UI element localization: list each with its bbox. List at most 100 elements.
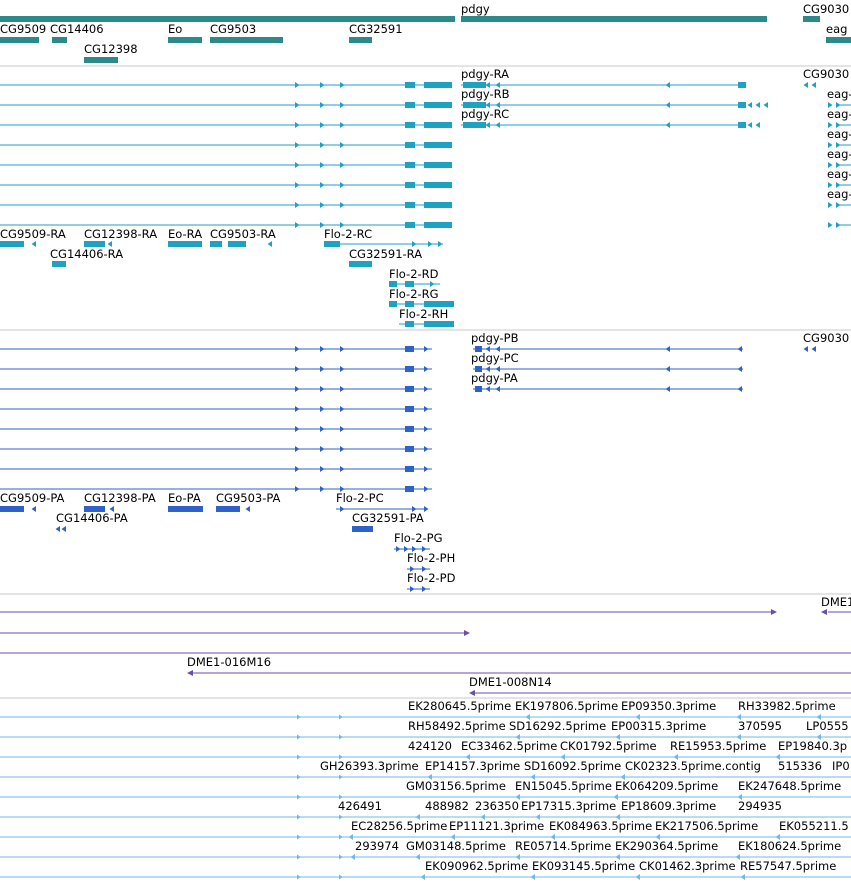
feature-label[interactable]: EP14157.3prime bbox=[425, 759, 520, 773]
feature-label[interactable]: Flo-2-RD bbox=[389, 267, 439, 281]
feature-label[interactable]: pdgy-RB bbox=[461, 87, 510, 101]
feature-label[interactable]: pdgy-PA bbox=[471, 371, 518, 385]
feature-label[interactable]: CG9030 bbox=[803, 67, 849, 81]
feature-label[interactable]: CG12398-RA bbox=[84, 227, 157, 241]
feature-label[interactable]: eag bbox=[826, 22, 847, 36]
feature-label[interactable]: pdgy bbox=[461, 2, 490, 16]
direction-arrow bbox=[340, 466, 345, 472]
feature-label[interactable]: 515336 bbox=[778, 759, 822, 773]
feature-label[interactable]: RH33982.5prime bbox=[738, 699, 836, 713]
feature-end-arrow bbox=[464, 630, 470, 636]
protein-segment bbox=[405, 426, 414, 432]
feature-label[interactable]: EK090962.5prime bbox=[425, 859, 528, 873]
feature-label[interactable]: pdgy-PB bbox=[471, 331, 519, 345]
feature-label[interactable]: 488982 bbox=[425, 799, 469, 813]
feature-label[interactable]: CG9509-PA bbox=[0, 491, 65, 505]
feature-label[interactable]: EP09350.3prime bbox=[621, 699, 716, 713]
feature-label[interactable]: CK01462.3prime bbox=[639, 859, 736, 873]
feature-label[interactable]: CK01792.5prime bbox=[560, 739, 657, 753]
feature-label[interactable]: EP17315.3prime bbox=[521, 799, 616, 813]
protein-segment bbox=[405, 366, 414, 372]
feature-label[interactable]: EP19840.3p bbox=[778, 739, 847, 753]
feature-label[interactable]: eag- bbox=[827, 187, 851, 201]
feature-label[interactable]: EK093145.5prime bbox=[532, 859, 635, 873]
feature-label[interactable]: eag- bbox=[827, 167, 851, 181]
feature-label[interactable]: EK180624.5prime bbox=[738, 839, 841, 853]
feature-label[interactable]: EK197806.5prime bbox=[515, 699, 618, 713]
feature-label[interactable]: eag- bbox=[827, 147, 851, 161]
feature-label[interactable]: Flo-2-PD bbox=[407, 571, 456, 585]
direction-arrow bbox=[803, 346, 808, 352]
feature-label[interactable]: EC28256.5prime bbox=[351, 819, 447, 833]
feature-label[interactable]: RE05714.5prime bbox=[515, 839, 611, 853]
feature-label[interactable]: EN15045.5prime bbox=[515, 779, 612, 793]
transcript-exon bbox=[405, 122, 415, 128]
feature-label[interactable]: CG9509-RA bbox=[0, 227, 66, 241]
feature-label[interactable]: 370595 bbox=[738, 719, 782, 733]
feature-label[interactable]: DME1-008N14 bbox=[469, 675, 552, 689]
feature-label[interactable]: CG9030 bbox=[803, 2, 849, 16]
feature-label[interactable]: EK064209.5prime bbox=[615, 779, 718, 793]
feature-label[interactable]: RH58492.5prime bbox=[408, 719, 506, 733]
feature-label[interactable]: EP00315.3prime bbox=[611, 719, 706, 733]
feature-label[interactable]: EP11121.3prime bbox=[449, 819, 544, 833]
feature-label[interactable]: Flo-2-PC bbox=[336, 491, 384, 505]
transcript-exon bbox=[738, 102, 746, 108]
feature-label[interactable]: SD16292.5prime bbox=[509, 719, 606, 733]
feature-label[interactable]: RE15953.5prime bbox=[670, 739, 766, 753]
feature-label[interactable]: CG9509 bbox=[0, 22, 46, 36]
feature-label[interactable]: CG32591-RA bbox=[349, 247, 422, 261]
feature-label[interactable]: 294935 bbox=[738, 799, 782, 813]
feature-label[interactable]: Flo-2-PH bbox=[407, 551, 455, 565]
feature-label[interactable]: Flo-2-PG bbox=[394, 531, 443, 545]
feature-label[interactable]: 426491 bbox=[338, 799, 382, 813]
feature-label[interactable]: EK084963.5prime bbox=[549, 819, 652, 833]
feature-label[interactable]: EK290364.5prime bbox=[615, 839, 718, 853]
feature-label[interactable]: CG9503-PA bbox=[216, 491, 281, 505]
feature-label[interactable]: CG9503-RA bbox=[210, 227, 276, 241]
feature-label[interactable]: EC33462.5prime bbox=[461, 739, 557, 753]
feature-label[interactable]: pdgy-PC bbox=[471, 351, 519, 365]
feature-label[interactable]: CG32591 bbox=[349, 22, 403, 36]
feature-label[interactable]: CG12398-PA bbox=[84, 491, 156, 505]
feature-label[interactable]: EK247648.5prime bbox=[738, 779, 841, 793]
feature-label[interactable]: CG14406 bbox=[50, 22, 104, 36]
feature-label[interactable]: CG9030 bbox=[803, 331, 849, 345]
feature-label[interactable]: LP0555 bbox=[806, 719, 849, 733]
feature-label[interactable]: 236350 bbox=[475, 799, 519, 813]
gene-feature-eag bbox=[826, 37, 851, 43]
feature-label[interactable]: DME1-016M16 bbox=[187, 655, 271, 669]
feature-label[interactable]: EK280645.5prime bbox=[408, 699, 511, 713]
feature-label[interactable]: CK02323.5prime.contig bbox=[625, 759, 761, 773]
feature-label[interactable]: pdgy-RC bbox=[461, 107, 509, 121]
feature-label[interactable]: EK055211.5 bbox=[779, 819, 849, 833]
feature-label[interactable]: GM03148.5prime bbox=[406, 839, 506, 853]
feature-label[interactable]: Eo-RA bbox=[168, 227, 202, 241]
feature-label[interactable]: Eo-PA bbox=[168, 491, 201, 505]
feature-label[interactable]: eag- bbox=[827, 107, 851, 121]
feature-label[interactable]: Flo-2-RC bbox=[324, 227, 372, 241]
feature-label[interactable]: CG9503 bbox=[210, 22, 256, 36]
feature-label[interactable]: Flo-2-RG bbox=[389, 287, 439, 301]
feature-label[interactable]: SD16092.5prime bbox=[524, 759, 621, 773]
feature-label[interactable]: 293974 bbox=[355, 839, 399, 853]
direction-arrow bbox=[320, 102, 325, 108]
feature-label[interactable]: DME1 bbox=[821, 595, 851, 609]
feature-label[interactable]: EP18609.3prime bbox=[621, 799, 716, 813]
feature-label[interactable]: eag- bbox=[827, 87, 851, 101]
feature-label[interactable]: CG12398 bbox=[84, 42, 138, 56]
feature-label[interactable]: CG14406-RA bbox=[50, 247, 123, 261]
feature-label[interactable]: eag- bbox=[827, 127, 851, 141]
feature-label[interactable]: IP0 bbox=[832, 759, 850, 773]
feature-label[interactable]: CG32591-PA bbox=[352, 511, 424, 525]
feature-label[interactable]: RE57547.5prime bbox=[740, 859, 836, 873]
feature-label[interactable]: Eo bbox=[168, 22, 182, 36]
feature-label[interactable]: Flo-2-RH bbox=[399, 307, 448, 321]
feature-label[interactable]: 424120 bbox=[408, 739, 452, 753]
feature-label[interactable]: EK217506.5prime bbox=[655, 819, 758, 833]
feature-label[interactable]: pdgy-RA bbox=[461, 67, 509, 81]
direction-arrow bbox=[339, 774, 343, 780]
feature-label[interactable]: CG14406-PA bbox=[56, 511, 128, 525]
feature-label[interactable]: GM03156.5prime bbox=[406, 779, 506, 793]
feature-label[interactable]: GH26393.3prime bbox=[320, 759, 419, 773]
